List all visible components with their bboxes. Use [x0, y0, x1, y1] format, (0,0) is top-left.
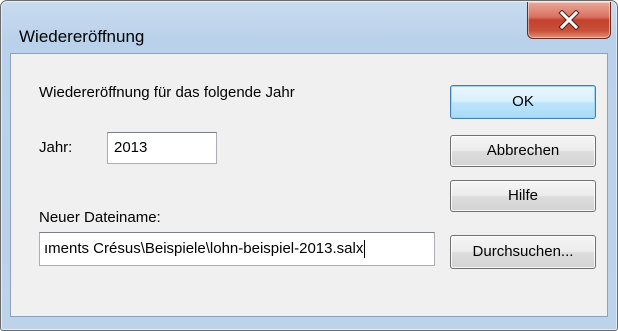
browse-button[interactable]: Durchsuchen... — [450, 235, 596, 269]
dialog-window: Wiedereröffnung Wiedereröffnung für das … — [0, 0, 618, 331]
close-icon — [558, 10, 580, 30]
year-input[interactable]: 2013 — [107, 132, 217, 164]
dialog-body: Wiedereröffnung für das folgende Jahr Ja… — [10, 53, 608, 317]
title-bar[interactable]: Wiedereröffnung — [1, 1, 617, 53]
text-caret — [364, 240, 366, 259]
filename-input[interactable]: ıments Crésus\Beispiele\lohn-beispiel-20… — [39, 232, 435, 266]
year-input-value: 2013 — [114, 139, 148, 156]
close-button[interactable] — [527, 2, 611, 39]
description-label: Wiedereröffnung für das folgende Jahr — [39, 84, 295, 101]
filename-input-value: ıments Crésus\Beispiele\lohn-beispiel-20… — [44, 240, 364, 257]
help-button[interactable]: Hilfe — [450, 180, 596, 212]
year-label: Jahr: — [39, 139, 73, 156]
ok-button[interactable]: OK — [450, 85, 596, 119]
filename-label: Neuer Dateiname: — [39, 209, 161, 226]
cancel-button[interactable]: Abbrechen — [450, 135, 596, 167]
window-title: Wiedereröffnung — [19, 27, 145, 46]
